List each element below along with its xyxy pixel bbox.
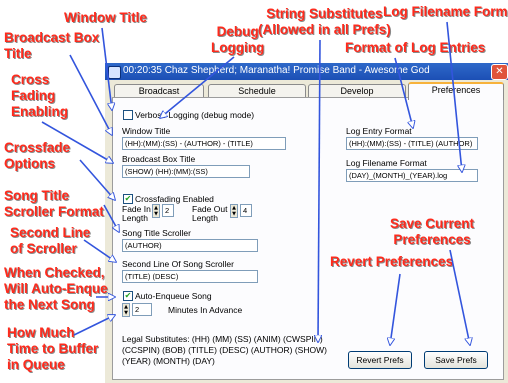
crossfading-checkbox[interactable]: ✔ [123, 194, 133, 204]
minutes-spinner[interactable]: ▲ ▼ [122, 303, 130, 317]
save-prefs-button[interactable]: Save Prefs [424, 351, 488, 369]
callout-cross-fading-enabling: Cross Fading Enabling [11, 72, 68, 119]
callout-window-title: Window Title [64, 10, 147, 25]
second-line-scroller-field[interactable]: (TITLE) (DESC) [122, 270, 258, 283]
callout-broadcast-box-title: Broadcast Box Title [4, 30, 100, 61]
second-line-scroller-label: Second Line Of Song Scroller [122, 259, 234, 269]
callout-log-filename-format: Log Filename Format [383, 4, 508, 19]
callout-crossfade-options: Crossfade Options [4, 140, 71, 171]
log-filename-format-label: Log Filename Format [346, 158, 427, 168]
auto-enqueue-checkbox[interactable]: ✔ [123, 291, 133, 301]
crossfading-label: Crossfading Enabled [135, 194, 214, 204]
song-title-scroller-label: Song Title Scroller [122, 228, 191, 238]
tab-develop[interactable]: Develop [308, 84, 406, 98]
verbose-logging-checkbox[interactable] [123, 110, 133, 120]
fade-in-field[interactable]: 2 [162, 204, 174, 217]
callout-save-current-preferences: Save Current Preferences [390, 216, 475, 247]
tab-schedule[interactable]: Schedule [208, 84, 306, 98]
window-title-text: 00:20:35 Chaz Shepherd; Maranatha! Promi… [123, 65, 430, 76]
fade-out-label: Fade Out Length [192, 204, 228, 223]
fade-in-spinner[interactable]: ▲ ▼ [152, 204, 160, 218]
callout-format-of-log-entries: Format of Log Entries [345, 40, 486, 55]
fade-in-label: Fade In Length [122, 204, 151, 223]
broadcast-box-title-field[interactable]: (SHOW) (HH):(MM):(SS) [122, 165, 250, 178]
check-icon: ✔ [124, 194, 132, 203]
fade-out-spinner[interactable]: ▲ ▼ [230, 204, 238, 218]
log-entry-format-field[interactable]: (HH):(MM):(SS) - (TITLE) (AUTHOR) [346, 137, 478, 150]
close-icon[interactable]: ✕ [491, 64, 508, 80]
revert-prefs-button[interactable]: Revert Prefs [348, 351, 412, 369]
callout-buffer-time: How Much Time to Buffer in Queue [7, 325, 99, 372]
callout-string-substitutes: String Substitutes (Allowed in all Prefs… [258, 6, 391, 37]
minutes-in-advance-field[interactable]: 2 [132, 303, 152, 316]
tab-broadcast[interactable]: Broadcast [114, 84, 204, 98]
window-title-field[interactable]: (HH):(MM):(SS) - (AUTHOR) - (TITLE) [122, 137, 286, 150]
tab-preferences[interactable]: Preferences [408, 82, 504, 100]
broadcast-box-title-label: Broadcast Box Title [122, 154, 196, 164]
check-icon: ✔ [124, 291, 132, 300]
song-title-scroller-field[interactable]: (AUTHOR) [122, 239, 258, 252]
legal-substitutes-text: Legal Substitutes: (HH) (MM) (SS) (ANIM)… [122, 334, 327, 366]
callout-revert-preferences: Revert Preferences [330, 254, 454, 269]
callout-second-line-of-scroller: Second Line of Scroller [10, 225, 91, 256]
verbose-logging-label: Verbose Logging (debug mode) [135, 110, 255, 120]
title-bar[interactable]: 00:20:35 Chaz Shepherd; Maranatha! Promi… [105, 63, 508, 80]
callout-when-checked: When Checked, Will Auto-Enque the Next S… [4, 265, 108, 312]
fade-out-field[interactable]: 4 [240, 204, 252, 217]
auto-enqueue-label: Auto-Enqueue Song [135, 291, 212, 301]
callout-debug-logging: Debug Logging [211, 24, 265, 55]
window-title-label: Window Title [122, 126, 171, 136]
log-filename-format-field[interactable]: (DAY)_(MONTH)_(YEAR).log [346, 169, 478, 182]
app-icon [108, 66, 121, 79]
callout-song-title-scroller-format: Song Title Scroller Format [4, 188, 104, 219]
minutes-in-advance-label: Minutes In Advance [168, 305, 243, 315]
log-entry-format-label: Log Entry Format [346, 126, 412, 136]
